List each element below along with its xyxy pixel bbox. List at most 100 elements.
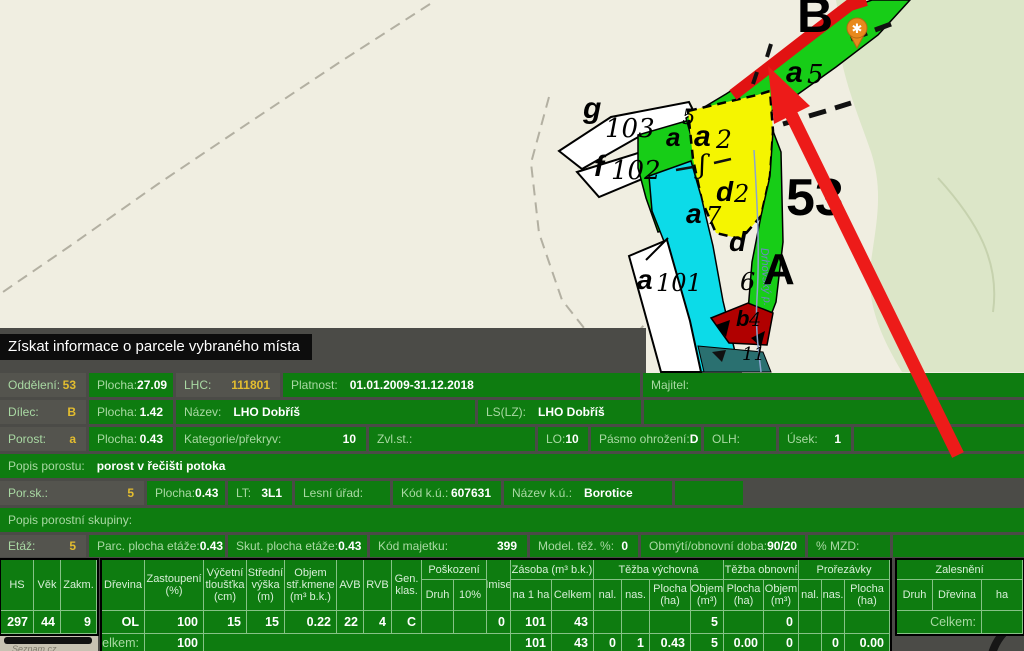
table-cell: 15 [247, 611, 285, 634]
background-page-bar [4, 637, 92, 644]
field-porsk: Por.sk.:5 [0, 481, 144, 505]
table-cell: 15 [204, 611, 247, 634]
table-cell: 43 [552, 634, 594, 651]
field-platnost: Platnost:01.01.2009-31.12.2018 [283, 373, 640, 397]
background-page-peek: Seznam.cz [0, 633, 98, 651]
col-header-z-druh: Druh [897, 580, 933, 611]
table-cell [594, 611, 622, 634]
field-plocha-oddeleni: Plocha:27.09 [89, 373, 173, 397]
col-header-vek: Věk [34, 560, 61, 611]
field-pasmo: Pásmo ohrožení:D [591, 427, 701, 451]
field-kategorie: Kategorie/překryv:10 [176, 427, 366, 451]
map-label-6: 6 [740, 270, 755, 294]
field-empty-r3 [854, 427, 1024, 451]
table-cell [822, 611, 845, 634]
field-lslz: LS(LZ):LHO Dobříš [478, 400, 641, 424]
map-label-A: A [763, 248, 795, 292]
table-cell: 101 [511, 634, 552, 651]
group-header-poskozeni: Poškození [422, 560, 487, 580]
field-kod-majetku: Kód majetku:399 [370, 535, 527, 557]
col-header-pr-nal: nal. [799, 580, 822, 611]
col-header-10pct: 10% [454, 580, 487, 611]
field-model-tez: Model. těž. %:0 [530, 535, 638, 557]
col-header-to-objem: Objem(m³) [764, 580, 799, 611]
table-cell [845, 611, 890, 634]
col-header-objem: Objemstř.kmene(m³ b.k.) [285, 560, 337, 611]
col-header-hs: HS [1, 560, 34, 611]
field-usek: Úsek:1 [779, 427, 851, 451]
map-label-a: a [666, 124, 680, 150]
col-header-to-plocha: Plocha(ha) [724, 580, 764, 611]
field-zvlst: Zvl.st.: [369, 427, 535, 451]
field-lt: LT:3L1 [228, 481, 292, 505]
col-header-imise: Imise [487, 560, 511, 611]
field-plocha-porost: Plocha:0.43 [89, 427, 173, 451]
table-main-block: Dřevina Zastoupení(%) Výčetnítloušťka(cm… [101, 559, 891, 651]
group-header-zasoba: Zásoba (m³ b.k.) [511, 560, 594, 580]
table-cell: 5 [691, 634, 724, 651]
table-total-label: Celkem: [897, 611, 982, 634]
field-dilec: Dílec:B [0, 400, 86, 424]
field-empty-r7 [893, 535, 1024, 557]
col-header-tv-plocha: Plocha(ha) [650, 580, 691, 611]
field-porost: Porost:a [0, 427, 86, 451]
table-cell [650, 611, 691, 634]
field-majitel: Majitel: [643, 373, 1024, 397]
col-header-tv-nas: nas. [622, 580, 650, 611]
map-label-B: B [797, 0, 833, 40]
table-cell: 43 [552, 611, 594, 634]
table-cell: 0 [764, 634, 799, 651]
col-header-drevina: Dřevina [102, 560, 145, 611]
group-header-prorezavky: Prořezávky [799, 560, 890, 580]
app-window: Drhovský p. ✱ B 53 A g 103 f 1 [0, 0, 1024, 651]
table-total-label: Celkem: [102, 634, 145, 651]
table-cell: 0.00 [724, 634, 764, 651]
map-label-a7-num: 7 [706, 204, 721, 228]
table-cell: 0 [764, 611, 799, 634]
field-olh: OLH: [704, 427, 776, 451]
table-cell: 0.00 [845, 634, 890, 651]
field-etaz: Etáž:5 [0, 535, 86, 557]
col-header-pr-nas: nas. [822, 580, 845, 611]
map-label-d2-num: 2 [734, 182, 749, 206]
map-canvas[interactable]: Drhovský p. ✱ B 53 A g 103 f 1 [0, 0, 1024, 373]
field-plocha-porsk: Plocha:0.43 [147, 481, 225, 505]
col-header-druh: Druh [422, 580, 454, 611]
table-zalesneni-block: Zalesnění Druh Dřevina ha Celkem: [896, 559, 1024, 635]
col-header-zastoupeni: Zastoupení(%) [145, 560, 204, 611]
group-header-tezba-obnovni: Těžba obnovní [724, 560, 799, 580]
map-label-53: 53 [786, 172, 844, 224]
table-cell: 4 [364, 611, 392, 634]
forest-region [836, 0, 1024, 372]
field-nazev: Název:LHO Dobříš [176, 400, 475, 424]
col-header-tv-objem: Objem(m³) [691, 580, 724, 611]
col-header-stredni: Střednívýška(m) [247, 560, 285, 611]
map-drawing: Drhovský p. ✱ [0, 0, 1024, 373]
col-header-rvb: RVB [364, 560, 392, 611]
field-nazev-ku: Název k.ú.:Borotice [504, 481, 672, 505]
table-cell: 0 [822, 634, 845, 651]
table-cell: 100 [145, 611, 204, 634]
table-cell: OL [102, 611, 145, 634]
table-cell: 44 [34, 611, 61, 634]
map-label-a2-num: 2 [716, 127, 732, 152]
table-cell: 101 [511, 611, 552, 634]
map-label-a101-num: 101 [656, 271, 702, 295]
map-label-a5-letter: a [786, 58, 803, 88]
map-label-a7-letter: a [686, 200, 702, 228]
group-header-tezba-vychovna: Těžba výchovná [594, 560, 724, 580]
field-skut-plocha: Skut. plocha etáže:0.43 [228, 535, 367, 557]
col-header-z-ha: ha [982, 580, 1023, 611]
map-label-g: g [583, 94, 601, 124]
col-header-na1ha: na 1 ha [511, 580, 552, 611]
col-header-vycetni: Výčetnítloušťka(cm) [204, 560, 247, 611]
tooltip: Získat informace o parcele vybraného mís… [0, 334, 312, 360]
table-cell [454, 611, 487, 634]
col-header-pr-plocha: Plocha(ha) [845, 580, 890, 611]
table-left-block: HS Věk Zakm. 297 44 9 [0, 559, 98, 635]
field-oddeleni: Oddělení:53 [0, 373, 86, 397]
table-cell: 0 [594, 634, 622, 651]
table-cell: 0 [487, 611, 511, 634]
table-cell: 297 [1, 611, 34, 634]
map-label-103: 103 [605, 116, 655, 142]
